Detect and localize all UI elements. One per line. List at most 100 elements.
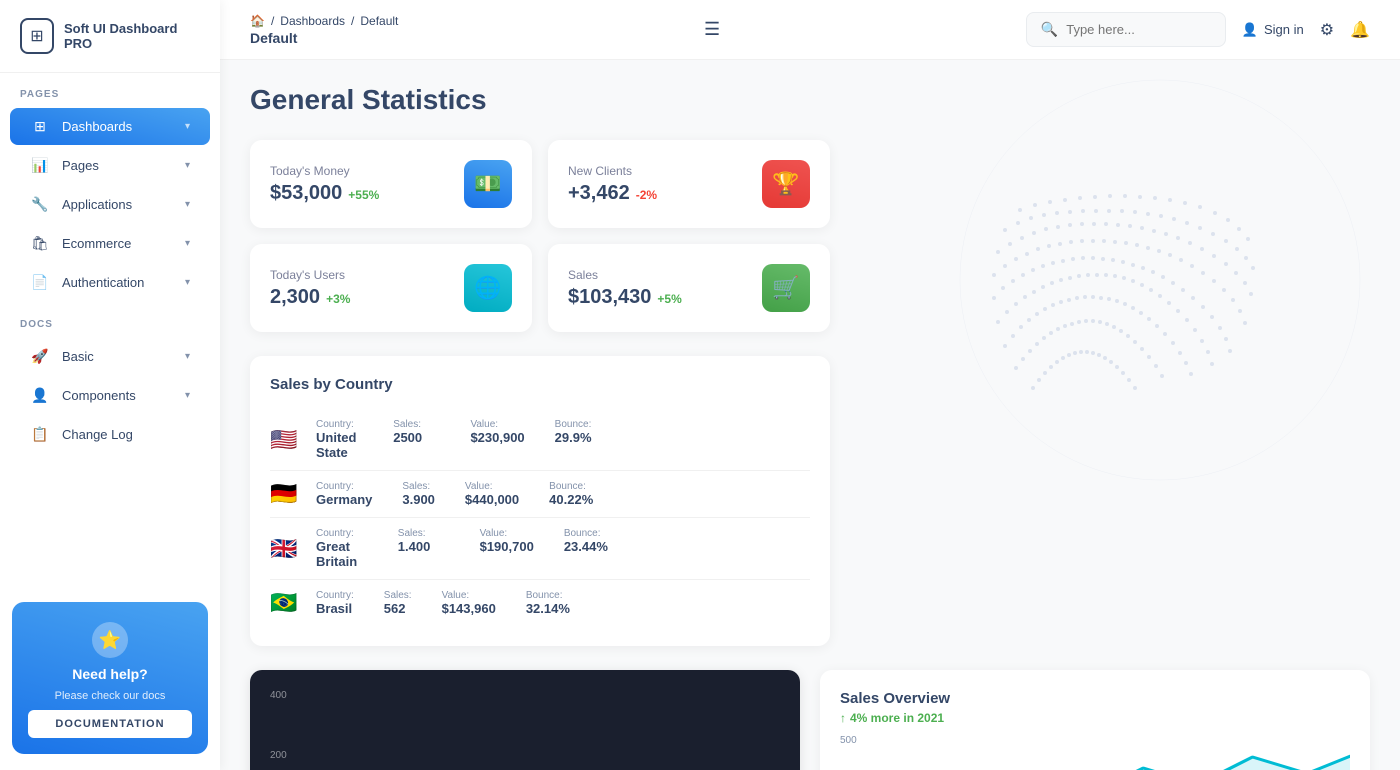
stat-label-sales: Sales [568,268,682,282]
sales-col-label: Sales: [398,528,450,539]
app-name: Soft UI Dashboard PRO [64,21,200,51]
bounce-de: 40.22% [549,492,593,507]
sidebar-item-authentication[interactable]: 📄 Authentication ▾ [10,264,210,301]
stat-value-money: $53,000 [270,182,342,205]
stat-label-money: Today's Money [270,164,379,178]
stat-label-users: Today's Users [270,268,350,282]
home-icon: 🏠 [250,14,265,28]
ecommerce-icon: 🛍 [30,235,50,252]
sidebar-item-label: Authentication [62,275,144,290]
sidebar-item-label: Dashboards [62,119,132,134]
bounce-col-label: Bounce: [555,419,602,430]
sales-overview-title: Sales Overview [840,690,1350,707]
stat-change-money: +55% [348,188,379,202]
country-col-label: Country: [316,419,363,430]
country-col-label: Country: [316,528,368,539]
applications-icon: 🔧 [30,196,50,213]
sales-gb: 1.400 [398,539,450,554]
chevron-down-icon: ▾ [185,238,190,249]
flag-us: 🇺🇸 [270,427,300,453]
stat-value-users: 2,300 [270,286,320,309]
sign-in-button[interactable]: 👤 Sign in [1242,22,1304,38]
bounce-gb: 23.44% [564,539,616,554]
documentation-button[interactable]: DOCUMENTATION [28,710,192,738]
globe-decoration [820,60,1400,510]
country-name-us: United State [316,430,363,460]
sales-us: 2500 [393,430,440,445]
sales-overview-sub: ↑ 4% more in 2021 [840,711,1350,725]
y-label-400: 400 [270,690,287,701]
menu-icon[interactable]: ☰ [704,19,720,40]
sales-overview-subtitle: 4% more in 2021 [850,711,944,725]
sales-col-label: Sales: [402,481,435,492]
value-br: $143,960 [442,601,496,616]
search-input[interactable] [1066,22,1211,37]
settings-icon[interactable]: ⚙ [1320,20,1334,40]
line-chart-svg [870,735,1350,770]
stat-card-money: Today's Money $53,000 +55% 💵 [250,140,532,228]
stat-value-clients: +3,462 [568,182,630,205]
bar-chart-y-labels: 400 200 0 [270,690,287,770]
stat-icon-sales: 🛒 [762,264,810,312]
stat-change-sales: +5% [657,292,681,306]
search-box[interactable]: 🔍 [1026,12,1226,47]
value-gb: $190,700 [480,539,534,554]
line-chart-y-labels: 500 400 [840,735,857,770]
basic-icon: 🚀 [30,348,50,365]
breadcrumb-title: Default [250,30,398,46]
value-de: $440,000 [465,492,519,507]
sidebar: ⊞ Soft UI Dashboard PRO PAGES ⊞ Dashboar… [0,0,220,770]
sidebar-item-ecommerce[interactable]: 🛍 Ecommerce ▾ [10,225,210,262]
flag-br: 🇧🇷 [270,590,300,616]
stat-card-users: Today's Users 2,300 +3% 🌐 [250,244,532,332]
breadcrumb-separator: / [271,14,274,28]
sidebar-item-components[interactable]: 👤 Components ▾ [10,377,210,414]
country-name-de: Germany [316,492,372,507]
sales-de: 3.900 [402,492,435,507]
breadcrumb-current: Default [360,14,398,28]
sidebar-item-changelog[interactable]: 📋 Change Log [10,416,210,453]
header-right: 🔍 👤 Sign in ⚙ 🔔 [1026,12,1370,47]
dashboards-icon: ⊞ [30,118,50,135]
chevron-down-icon: ▾ [185,351,190,362]
value-col-label: Value: [480,528,534,539]
chevron-down-icon: ▾ [185,160,190,171]
stat-change-users: +3% [326,292,350,306]
sidebar-item-label: Pages [62,158,99,173]
country-col-label: Country: [316,590,354,601]
breadcrumb: 🏠 / Dashboards / Default Default [250,14,398,46]
value-col-label: Value: [442,590,496,601]
bounce-col-label: Bounce: [564,528,616,539]
sales-overview-card: Sales Overview ↑ 4% more in 2021 500 400 [820,670,1370,770]
country-name-gb: Great Britain [316,539,368,569]
stat-card-sales: Sales $103,430 +5% 🛒 [548,244,830,332]
sidebar-item-label: Ecommerce [62,236,131,251]
sign-in-label: Sign in [1264,22,1304,37]
country-row-gb: 🇬🇧 Country: Great Britain Sales: 1.400 V… [270,518,810,580]
bounce-col-label: Bounce: [526,590,570,601]
sales-br: 562 [384,601,412,616]
sidebar-item-label: Basic [62,349,94,364]
chevron-down-icon: ▾ [185,121,190,132]
sidebar-item-label: Change Log [62,427,133,442]
changelog-icon: 📋 [30,426,50,443]
help-title: Need help? [72,666,147,682]
stat-value-sales: $103,430 [568,286,651,309]
breadcrumb-separator2: / [351,14,354,28]
notification-icon[interactable]: 🔔 [1350,20,1370,40]
main-content: 🏠 / Dashboards / Default Default ☰ 🔍 👤 S… [220,0,1400,770]
stat-card-clients: New Clients +3,462 -2% 🏆 [548,140,830,228]
stats-grid: Today's Money $53,000 +55% 💵 New Clients… [250,140,830,332]
country-name-br: Brasil [316,601,354,616]
page-title: General Statistics [250,84,1370,116]
sidebar-item-basic[interactable]: 🚀 Basic ▾ [10,338,210,375]
sidebar-item-applications[interactable]: 🔧 Applications ▾ [10,186,210,223]
country-col-label: Country: [316,481,372,492]
trend-up-icon: ↑ [840,711,846,725]
bounce-col-label: Bounce: [549,481,593,492]
bounce-us: 29.9% [555,430,602,445]
components-icon: 👤 [30,387,50,404]
sales-by-country-section: Sales by Country 🇺🇸 Country: United Stat… [250,356,830,646]
sidebar-item-pages[interactable]: 📊 Pages ▾ [10,147,210,184]
sidebar-item-dashboards[interactable]: ⊞ Dashboards ▾ [10,108,210,145]
